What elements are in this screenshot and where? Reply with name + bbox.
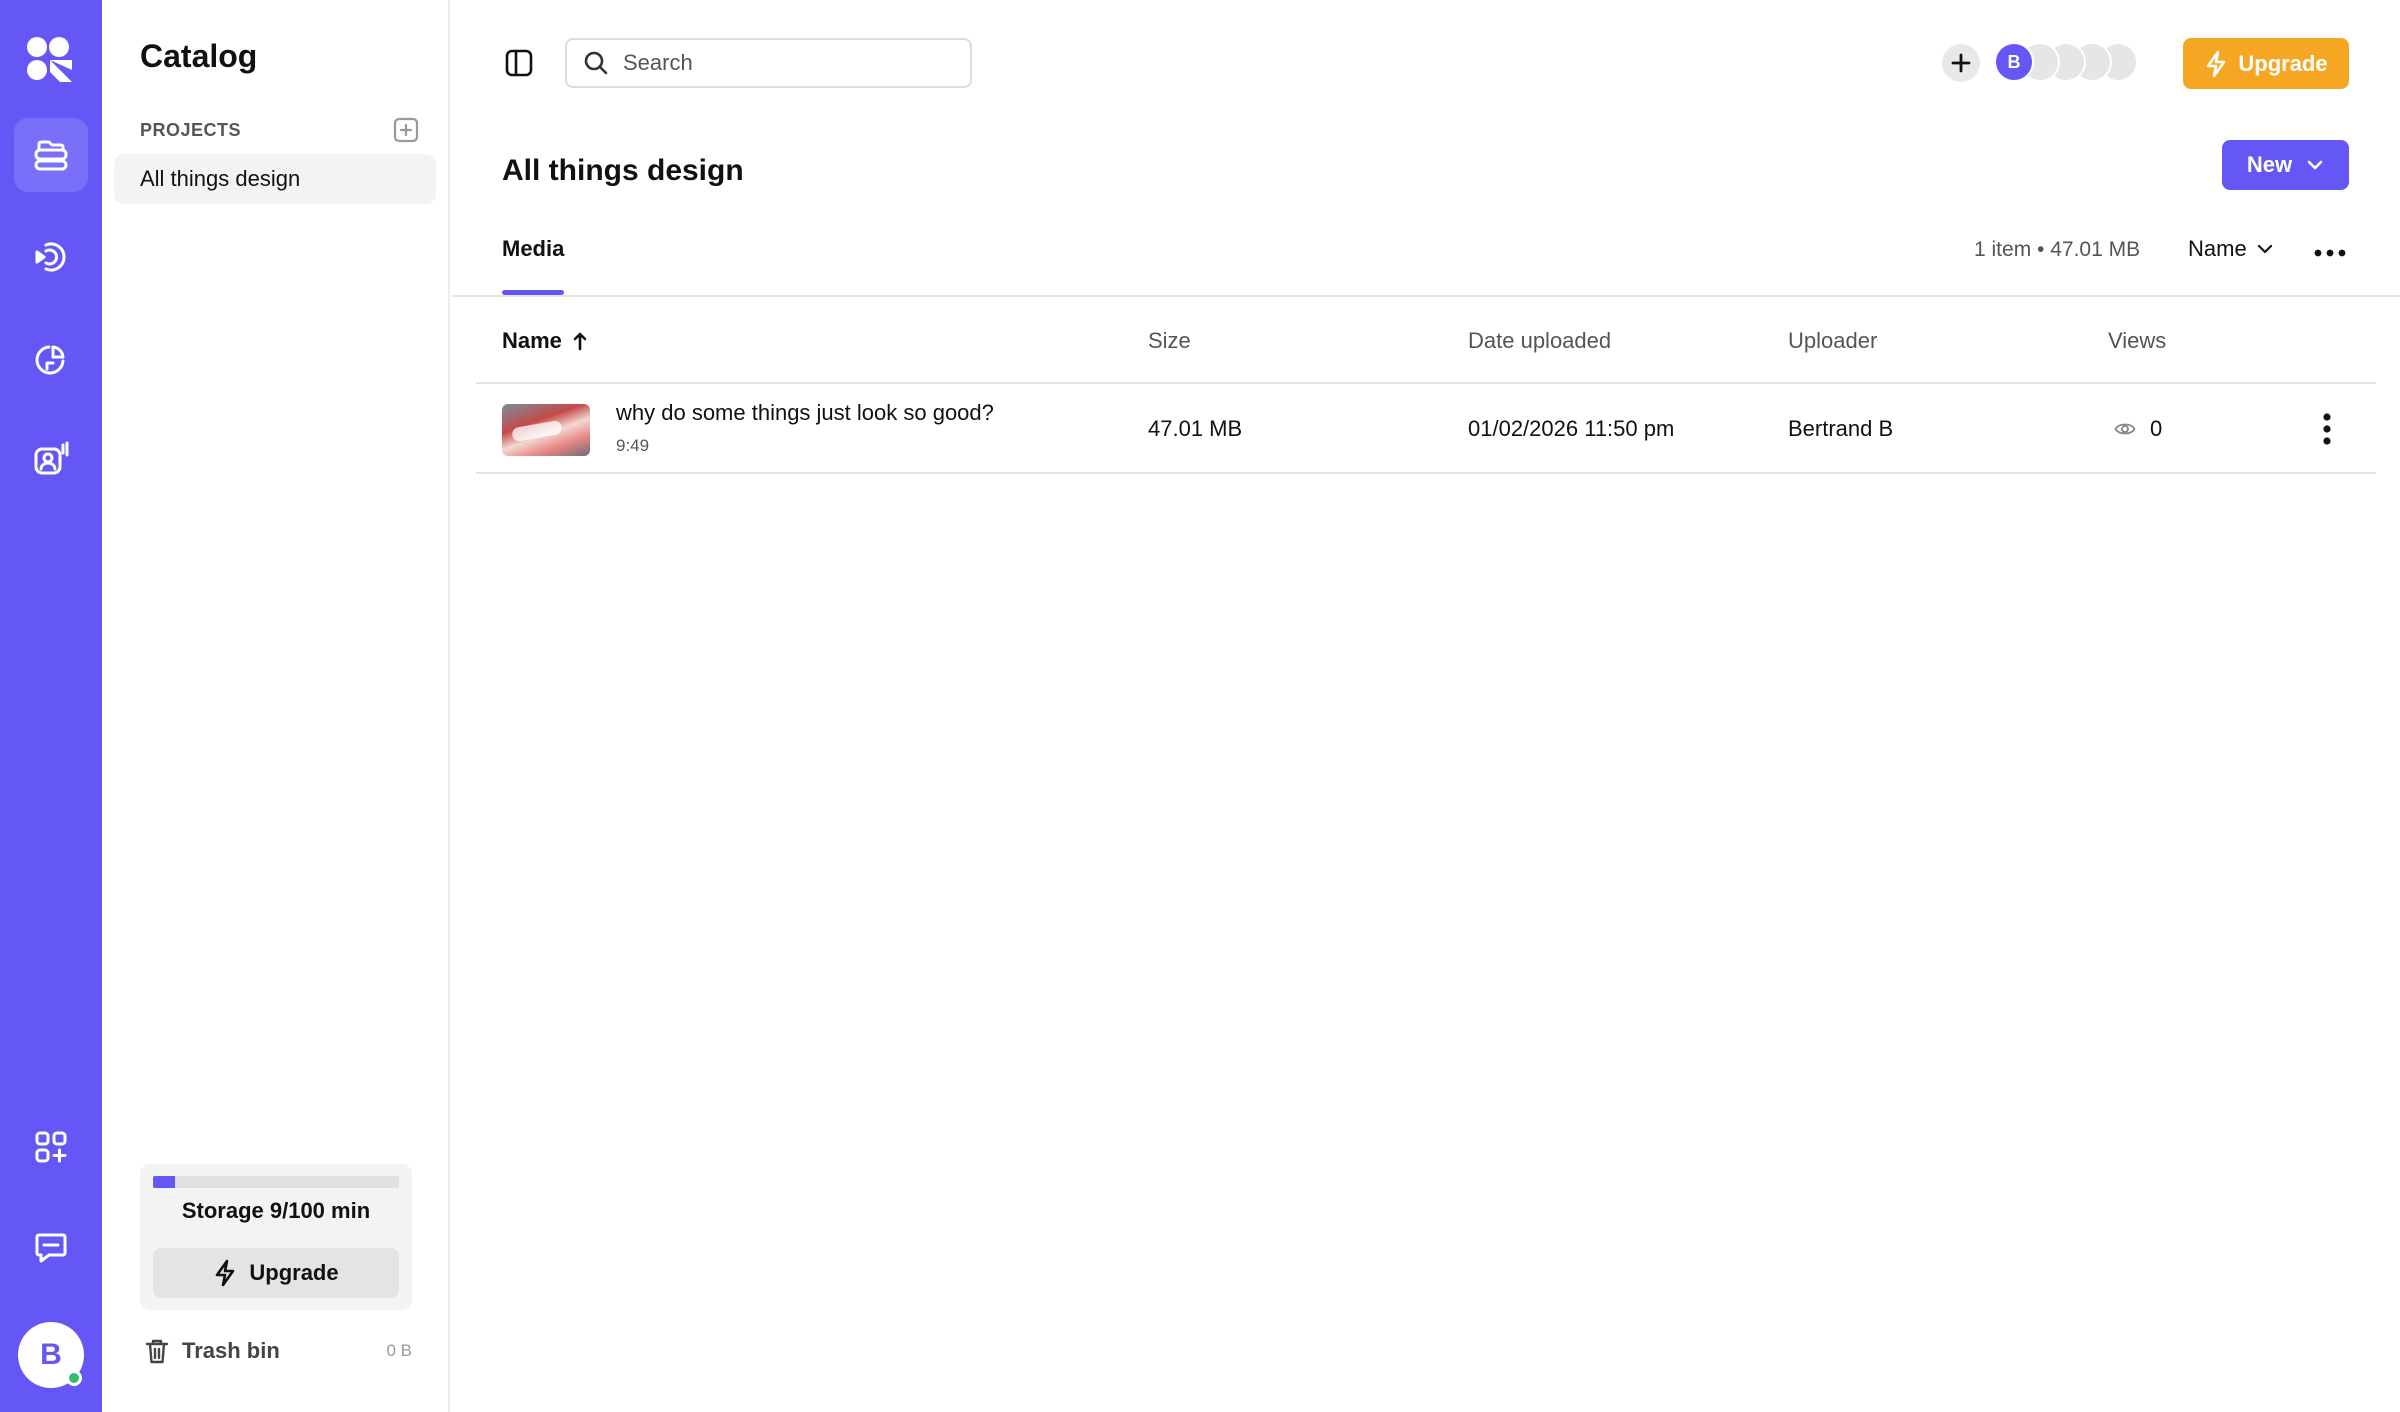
user-avatar[interactable]: B xyxy=(18,1322,84,1388)
main-content: B Upgrade All things design New Media 1 … xyxy=(452,0,2400,1412)
media-date-uploaded: 01/02/2026 11:50 pm xyxy=(1468,416,1675,441)
projects-section-label: PROJECTS xyxy=(140,120,242,140)
media-size: 47.01 MB xyxy=(1148,416,1243,441)
rail-chat-button[interactable] xyxy=(14,1210,88,1284)
media-title[interactable]: why do some things just look so good? xyxy=(616,400,994,426)
column-header-views[interactable]: Views xyxy=(2108,328,2166,354)
rail-broadcast-button[interactable] xyxy=(14,220,88,294)
lightning-icon xyxy=(216,1259,235,1287)
broadcast-icon xyxy=(35,242,66,272)
media-summary: 1 item • 47.01 MB xyxy=(1974,238,2141,261)
search-icon xyxy=(584,51,608,75)
media-table: Name Size Date uploaded Uploader Views w… xyxy=(476,298,2376,474)
member-avatar-user: B xyxy=(1994,42,2034,82)
invite-member-button[interactable] xyxy=(1942,44,1980,82)
trash-bin-link[interactable]: Trash bin 0 B xyxy=(144,1334,416,1368)
row-more-options-icon[interactable] xyxy=(2322,412,2332,446)
online-status-dot xyxy=(66,1370,82,1386)
plus-icon xyxy=(1951,53,1971,73)
new-button-label: New xyxy=(2246,152,2293,177)
video-thumbnail[interactable] xyxy=(502,404,590,456)
column-header-date[interactable]: Date uploaded xyxy=(1468,328,1611,354)
column-header-uploader[interactable]: Uploader xyxy=(1788,328,1877,354)
column-header-size[interactable]: Size xyxy=(1148,328,1191,354)
search-box[interactable] xyxy=(565,38,972,88)
catalog-sidebar: Catalog PROJECTS All things design Stora… xyxy=(102,0,450,1412)
column-header-name[interactable]: Name xyxy=(502,328,588,354)
sort-dropdown[interactable]: Name xyxy=(2188,236,2273,262)
lightning-icon xyxy=(2207,50,2226,77)
sidebar-toggle-icon[interactable] xyxy=(504,48,534,78)
apps-add-icon xyxy=(35,1131,67,1163)
storage-upgrade-label: Upgrade xyxy=(249,1260,339,1285)
storage-label: Storage 9/100 min xyxy=(181,1198,371,1223)
upgrade-button[interactable]: Upgrade xyxy=(2183,38,2349,89)
avatar-initial: B xyxy=(40,1338,62,1371)
new-button[interactable]: New xyxy=(2222,140,2349,190)
storage-card: Storage 9/100 min Upgrade xyxy=(140,1164,412,1310)
trash-icon xyxy=(145,1339,169,1364)
chevron-down-icon xyxy=(2307,160,2323,170)
eye-icon xyxy=(2114,423,2136,435)
add-project-icon[interactable] xyxy=(392,116,420,144)
media-duration: 9:49 xyxy=(616,436,650,455)
catalog-title: Catalog xyxy=(140,38,258,74)
rail-studio-button[interactable] xyxy=(14,422,88,496)
column-header-name-label: Name xyxy=(502,328,562,353)
tab-media[interactable]: Media xyxy=(502,236,564,262)
project-item-all-things-design[interactable]: All things design xyxy=(114,154,436,204)
more-options-icon[interactable] xyxy=(2314,248,2346,258)
chevron-down-icon xyxy=(2257,244,2272,254)
app-logo-icon[interactable] xyxy=(26,36,74,82)
rail-analytics-button[interactable] xyxy=(14,322,88,396)
chat-icon xyxy=(35,1233,67,1263)
page-title: All things design xyxy=(502,154,744,187)
trash-bin-size: 0 B xyxy=(386,1341,412,1360)
analytics-pie-icon xyxy=(35,345,65,375)
storage-upgrade-button[interactable]: Upgrade xyxy=(153,1248,399,1298)
table-header: Name Size Date uploaded Uploader Views xyxy=(476,298,2376,384)
media-views-count: 0 xyxy=(2150,416,2163,441)
upgrade-button-label: Upgrade xyxy=(2238,50,2328,76)
tabs-divider xyxy=(452,295,2400,297)
storage-progress-bar xyxy=(153,1176,399,1188)
rail-apps-button[interactable] xyxy=(14,1110,88,1184)
search-input[interactable] xyxy=(623,50,943,76)
rail-library-button[interactable] xyxy=(14,118,88,192)
library-icon xyxy=(34,140,68,171)
app-rail: B xyxy=(0,0,102,1412)
trash-bin-label: Trash bin xyxy=(182,1338,280,1363)
storage-progress-fill xyxy=(153,1176,176,1188)
studio-user-icon xyxy=(34,441,69,475)
sort-ascending-arrow-icon xyxy=(573,332,587,351)
media-views: 0 xyxy=(2114,416,2162,442)
sort-label: Name xyxy=(2188,236,2247,261)
member-avatars[interactable]: B xyxy=(1994,42,2164,84)
media-uploader: Bertrand B xyxy=(1788,416,1894,441)
table-row[interactable]: why do some things just look so good? 9:… xyxy=(476,384,2376,474)
